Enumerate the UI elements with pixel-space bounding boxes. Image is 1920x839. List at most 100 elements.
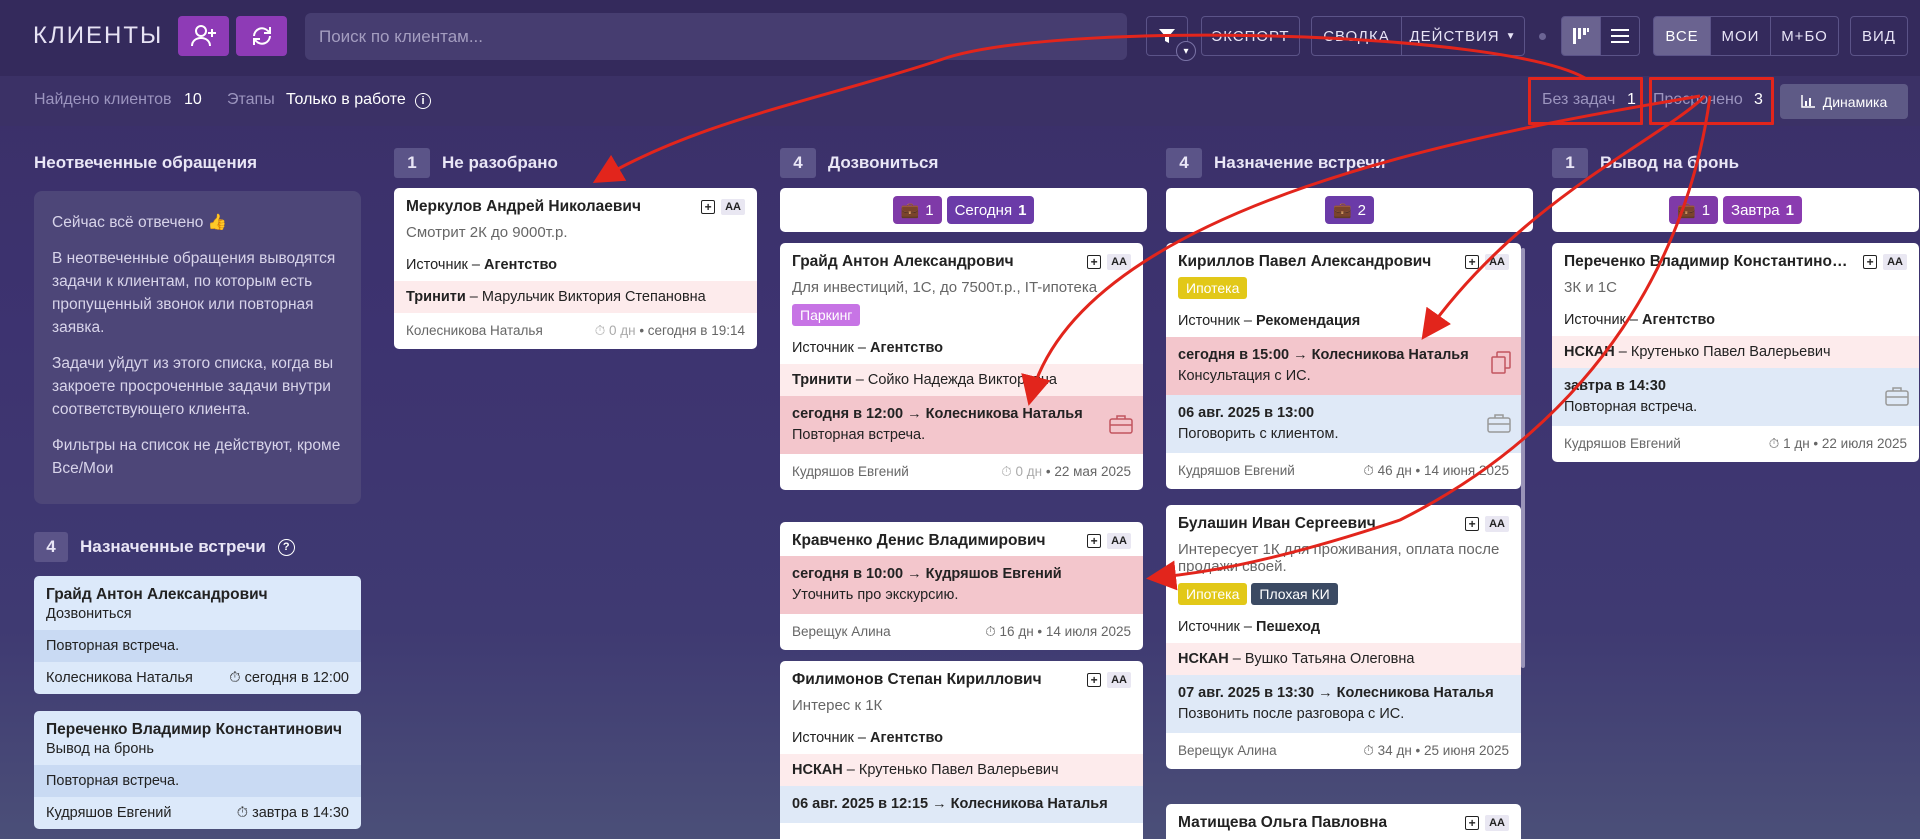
client-description: Интересует 1К для проживания, оплата пос… [1178,541,1500,575]
text-badge[interactable]: AA [1107,672,1131,688]
meeting-agent: Кудряшов Евгений [46,805,172,821]
help-icon[interactable]: ? [277,538,295,556]
column-scrollbar[interactable] [1521,248,1525,668]
timer-icon: ⏱ [236,805,253,821]
filter-mine-button[interactable]: МОИ [1710,16,1771,56]
task[interactable]: 07 авг. 2025 в 13:30 → Колесникова Натал… [1166,675,1521,733]
add-task-icon[interactable]: + [1465,517,1480,531]
timer-icon: ⏱ [229,670,245,686]
column-title: Вывод на бронь [1600,153,1740,172]
meeting-time: ⏱ сегодня в 12:00 [229,670,349,686]
today-chip[interactable]: Сегодня 1 [946,196,1035,224]
info-icon[interactable]: i [415,93,431,109]
partner-row: Тринити – Марульчик Виктория Степановна [394,281,757,313]
unanswered-text-3: Задачи уйдут из этого списка, когда вы з… [52,355,334,418]
column-title: Не разобрано [442,153,558,172]
refresh-icon [252,27,271,45]
card-date: сегодня в 19:14 [647,323,745,338]
summary-button[interactable]: СВОДКА [1311,16,1402,56]
unanswered-text-2: В неотвеченные обращения выводятся задач… [52,250,336,336]
briefcase-icon: 💼 [1332,202,1352,219]
task[interactable]: завтра в 14:30 Повторная встреча. [1552,368,1919,426]
client-card[interactable]: Меркулов Андрей Николаевич + AA Смотрит 2К… [394,188,757,349]
meeting-card[interactable]: Грайд Антон Александрович Дозвониться По… [34,576,361,694]
chip-count: 1 [925,201,934,219]
client-description: Интерес к 1К [792,697,883,714]
add-task-icon[interactable]: + [1465,816,1480,830]
column-title: Дозвониться [828,153,939,172]
text-badge[interactable]: AA [1107,254,1131,270]
task-text: Уточнить про экскурсию. [792,587,959,603]
meetings-count: 4 [34,532,68,562]
briefcase-chip[interactable]: 💼 1 [1669,196,1719,224]
column-header-meeting: 4 Назначение встречи [1166,148,1385,178]
unanswered-text-4: Фильтры на список не действуют, кроме Вс… [52,437,341,477]
export-button[interactable]: ЭКСПОРТ [1201,16,1300,56]
meeting-client-name: Переченко Владимир Константинович [46,721,343,738]
copy-icon [1491,351,1511,374]
add-client-button[interactable] [178,16,229,56]
chart-icon [1801,95,1815,108]
client-name: Филимонов Степан Кириллович [792,671,1042,688]
add-task-icon[interactable]: + [701,200,716,214]
text-badge[interactable]: AA [1485,516,1509,532]
client-name: Кириллов Павел Александрович [1178,253,1432,270]
client-name: Кравченко Денис Владимирович [792,532,1046,549]
page-title: КЛИЕНТЫ [33,22,164,49]
partner-row: НСКАН – Крутенько Павел Валерьевич [1552,336,1919,368]
client-card[interactable]: Кириллов Павел Александрович + AA Ипотека … [1166,243,1521,489]
tomorrow-chip[interactable]: Завтра 1 [1723,196,1802,224]
card-meta: ⏱ 0 дн • 22 мая 2025 [1001,464,1131,479]
partner-row: НСКАН – Крутенько Павел Валерьевич [780,754,1143,786]
overdue-task[interactable]: сегодня в 12:00 → Колесникова Наталья Пов… [780,396,1143,454]
filter-all-button[interactable]: ВСЕ [1653,16,1711,56]
text-badge[interactable]: AA [1485,815,1509,831]
search-input[interactable]: Поиск по клиентам... [305,13,1127,60]
filter-mbo-button[interactable]: М+БО [1770,16,1839,56]
briefcase-icon: 💼 [1677,202,1696,219]
meeting-card[interactable]: Переченко Владимир Константинович Вывод … [34,711,361,829]
text-badge[interactable]: AA [721,199,745,215]
card-age: 34 дн [1377,743,1412,758]
filter-dropdown-indicator[interactable]: ▾ [1176,41,1196,61]
task-heading: 06 авг. 2025 в 13:00 [1178,405,1315,421]
client-source: Источник – Агентство [780,332,1143,364]
client-card[interactable]: Филимонов Степан Кириллович + AA Интерес к… [780,661,1143,839]
actions-dropdown[interactable]: ДЕЙСТВИЯ ▼ [1401,16,1525,56]
client-card[interactable]: Переченко Владимир Константинович + AA 3К … [1552,243,1919,462]
partner-name: НСКАН [792,762,843,778]
task[interactable]: 06 авг. 2025 в 13:00 Поговорить с клиенто… [1166,395,1521,453]
overdue-task[interactable]: сегодня в 15:00 → Колесникова Наталья Кон… [1166,337,1521,395]
add-task-icon[interactable]: + [1087,534,1102,548]
view-button[interactable]: ВИД [1850,16,1908,56]
client-card[interactable]: Булашин Иван Сергеевич + AA Интересует 1К … [1166,505,1521,769]
partner-row: Тринити – Сойко Надежда Викторовна [780,364,1143,396]
list-view-button[interactable] [1600,16,1640,56]
overdue-task[interactable]: сегодня в 10:00 → Кудряшов Евгений Уточни… [780,556,1143,614]
task-text: Позвонить после разговора с ИС. [1178,706,1405,722]
highlight-no-tasks [1528,77,1643,125]
card-meta: ⏱ 0 дн • сегодня в 19:14 [594,323,745,338]
briefcase-chip[interactable]: 💼 1 [892,196,942,224]
card-meta: ⏱ 16 дн • 14 июля 2025 [985,624,1131,639]
client-card[interactable]: Грайд Антон Александрович + AA Для инвести… [780,243,1143,490]
text-badge[interactable]: AA [1883,254,1907,270]
text-badge[interactable]: AA [1107,533,1131,549]
meeting-client-name: Грайд Антон Александрович [46,586,268,603]
column-count: 1 [1552,148,1588,178]
add-task-icon[interactable]: + [1863,255,1878,269]
kanban-view-button[interactable] [1561,16,1601,56]
task[interactable]: 06 авг. 2025 в 12:15 → Колесникова Натал… [780,786,1143,823]
add-task-icon[interactable]: + [1465,255,1480,269]
column-title: Назначение встречи [1214,153,1386,172]
client-card[interactable]: Матищева Ольга Павловна + AA [1166,804,1521,839]
unanswered-text-1: Сейчас всё отвечено 👍 [52,214,227,231]
refresh-button[interactable] [236,16,287,56]
add-task-icon[interactable]: + [1087,673,1102,687]
briefcase-chip[interactable]: 💼 2 [1324,196,1375,224]
client-card[interactable]: Кравченко Денис Владимирович + AA сегодня … [780,522,1143,650]
add-task-icon[interactable]: + [1087,255,1102,269]
dynamics-button[interactable]: Динамика [1780,84,1908,119]
stages-value[interactable]: Только в работе [286,91,406,109]
text-badge[interactable]: AA [1485,254,1509,270]
